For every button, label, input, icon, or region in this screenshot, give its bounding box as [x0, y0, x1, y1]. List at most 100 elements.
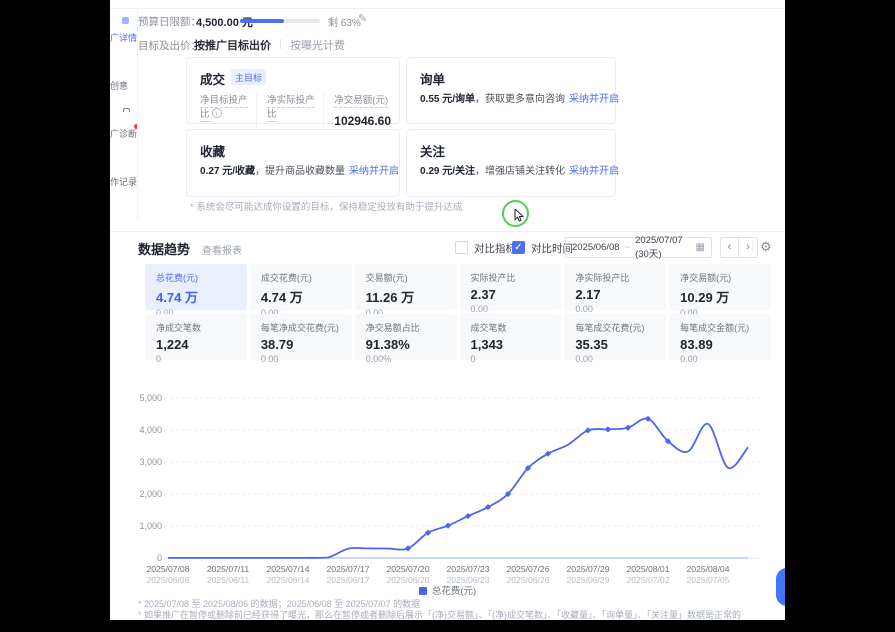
metric-label: 净交易额(元) [334, 95, 388, 108]
main-goal-badge: 主目标 [231, 69, 266, 85]
goals-footnote: * 系统会尽可能达成你设置的目标，保持稳定投放有助于提升达成 [190, 199, 462, 213]
metric-cell[interactable]: 成交笔数 1,343 0 [460, 314, 562, 360]
metric-cell[interactable]: 实际投产比 2.37 0.00 [460, 264, 562, 310]
metric-cell[interactable]: 总花费(元) 4.74 万 0.00 [145, 264, 247, 310]
section-divider [110, 231, 785, 232]
metric-cell-label: 总花费(元) [156, 273, 198, 284]
goal-card-title: 收藏 [200, 141, 225, 160]
sidebar-item-label: 广诊断 [110, 127, 137, 140]
budget-edit-icon[interactable]: ✎ [358, 12, 367, 25]
controls-divider [752, 240, 753, 254]
creative-icon [119, 62, 133, 76]
adopt-enable-link[interactable]: 采纳并开启 [569, 94, 619, 105]
metric-cell-value: 1,343 [471, 337, 551, 352]
svg-text:2025/08/04: 2025/08/04 [686, 564, 729, 574]
metric-cell[interactable]: 每笔成交金额(元) 83.89 0.00 [669, 314, 771, 360]
main-panel: 广详情 创意 广诊断 作记录 预算日限额： 4,500.00 元 剩 63% ✎… [110, 0, 785, 620]
svg-text:2025/07/29: 2025/07/29 [566, 564, 609, 574]
spend-trend-chart[interactable]: 01,0002,0003,0004,0005,0002025/07/082025… [138, 388, 778, 588]
sidebar-item-label: 作记录 [110, 175, 137, 188]
floating-side-button[interactable] [776, 568, 785, 606]
prev-period-button[interactable]: ‹ [720, 237, 739, 258]
svg-text:5,000: 5,000 [139, 393, 162, 403]
svg-text:2025/07/11: 2025/07/11 [207, 564, 250, 574]
svg-text:4,000: 4,000 [139, 425, 162, 435]
metric-label: 净目标投产比 [200, 95, 248, 122]
metric-cell[interactable]: 净交易额(元) 10.29 万 0.00 [669, 264, 771, 310]
goal-card-title: 关注 [420, 141, 445, 160]
sidebar-item-detail[interactable]: 广详情 [110, 14, 138, 54]
metric-cell-value: 4.74 万 [156, 287, 236, 306]
calendar-icon: ▦ [696, 242, 705, 253]
notification-dot [134, 124, 138, 129]
svg-text:3,000: 3,000 [139, 457, 162, 467]
metric-cell-label: 交易额(元) [366, 273, 408, 284]
goal-card-follow[interactable]: 关注 0.29 元/关注，增强店铺关注转化采纳并开启 [406, 129, 616, 197]
metric-cell-label: 净成交笔数 [156, 323, 201, 334]
metric-cell-label: 净实际投产比 [575, 273, 629, 284]
metric-cell-label: 成交笔数 [471, 323, 507, 334]
chart-legend: 总花费(元) [110, 583, 785, 597]
svg-text:2025/08/01: 2025/08/01 [626, 564, 669, 574]
metric-value: 102946.60 [334, 114, 391, 128]
metric-cell-compare-value: 0.00 [575, 354, 655, 364]
adopt-enable-link[interactable]: 采纳并开启 [349, 166, 399, 177]
metric-cell-value: 91.38% [366, 337, 446, 352]
info-icon[interactable]: i [212, 108, 222, 118]
metric-cell[interactable]: 每笔净成交花费(元) 38.79 0.00 [250, 314, 352, 360]
budget-slider[interactable] [240, 19, 320, 23]
date-end: 2025/07/07 (30天) [635, 235, 695, 260]
metric-cell-value: 10.29 万 [680, 287, 760, 306]
suggestion-rate: 0.55 元/询单 [420, 94, 475, 105]
tab-bid-by-goal[interactable]: 按推广目标出价 [194, 37, 271, 53]
metric-cell[interactable]: 每笔成交花费(元) 35.35 0.00 [564, 314, 666, 360]
compare-metric-checkbox[interactable] [455, 241, 468, 254]
metric-cell-compare-value: 0.00 [575, 304, 655, 314]
metric-cell-label: 每笔成交花费(元) [575, 323, 644, 334]
metric-cell-label: 每笔成交金额(元) [680, 323, 749, 334]
compare-time-checkbox[interactable]: ✓ [512, 241, 525, 254]
legend-swatch-icon [419, 587, 427, 595]
suggestion-desc: ，增强店铺关注转化 [475, 166, 565, 177]
date-range-picker[interactable]: 2025/06/08 ~ 2025/07/07 (30天) ▦ [565, 237, 712, 258]
metric-cell-value: 2.37 [471, 287, 551, 302]
next-period-button[interactable]: › [739, 237, 758, 258]
sidebar-item-creative[interactable]: 创意 [110, 62, 138, 102]
view-report-link[interactable]: 查看报表 [202, 242, 242, 257]
suggestion-rate: 0.27 元/收藏 [200, 166, 255, 177]
metric-cell[interactable]: 净实际投产比 2.17 0.00 [564, 264, 666, 310]
goal-card-inquiry[interactable]: 询单 0.55 元/询单，获取更多意向咨询采纳并开启 [406, 57, 616, 124]
top-divider [110, 8, 785, 9]
metric-cell[interactable]: 交易额(元) 11.26 万 0.00 [355, 264, 457, 310]
tab-bid-by-exposure[interactable]: 按曝光计费 [290, 37, 345, 53]
metric-cell[interactable]: 净成交笔数 1,224 0 [145, 314, 247, 360]
metric-cell[interactable]: 成交花费(元) 4.74 万 0.00 [250, 264, 352, 310]
sidebar: 广详情 创意 广诊断 作记录 [110, 9, 138, 221]
svg-text:2025/07/14: 2025/07/14 [266, 564, 309, 574]
history-clock-icon [119, 158, 133, 172]
bidding-label: 目标及出价： [138, 38, 201, 53]
metric-cell-value: 38.79 [261, 337, 341, 352]
trend-metric-cells: 总花费(元) 4.74 万 0.00 成交花费(元) 4.74 万 0.00 交… [145, 264, 771, 360]
metric-cell-compare-value: 0 [156, 354, 236, 364]
metric-cell-label: 净交易额(元) [680, 273, 731, 284]
metric-cell-value: 4.74 万 [261, 287, 341, 306]
goal-card-deal[interactable]: 成交 主目标 净目标投产比i 2.45 ✎ 净实际投产比 2.17 净交易额(元… [186, 57, 400, 124]
metric-cell[interactable]: 净交易额占比 91.38% 0.00% [355, 314, 457, 360]
metric-cell-label: 净交易额占比 [366, 323, 420, 334]
budget-slider-fill [240, 19, 284, 23]
screen: 广详情 创意 广诊断 作记录 预算日限额： 4,500.00 元 剩 63% ✎… [0, 0, 895, 632]
suggestion-desc: ，提升商品收藏数量 [255, 166, 345, 177]
budget-remaining: 剩 63% [328, 14, 361, 29]
sidebar-item-label: 广详情 [110, 31, 137, 44]
sidebar-item-diagnosis[interactable]: 广诊断 [110, 110, 138, 150]
svg-text:2025/07/20: 2025/07/20 [386, 564, 429, 574]
sidebar-item-history[interactable]: 作记录 [110, 158, 138, 198]
settings-gear-icon[interactable]: ⚙ [760, 239, 772, 255]
goal-card-favorite[interactable]: 收藏 0.27 元/收藏，提升商品收藏数量采纳并开启 [186, 129, 400, 197]
metric-cell-compare-value: 0.00 [261, 354, 341, 364]
mouse-cursor-icon [514, 209, 525, 222]
suggestion-desc: ，获取更多意向咨询 [475, 94, 565, 105]
adopt-enable-link[interactable]: 采纳并开启 [569, 166, 619, 177]
svg-text:2025/07/17: 2025/07/17 [326, 564, 369, 574]
